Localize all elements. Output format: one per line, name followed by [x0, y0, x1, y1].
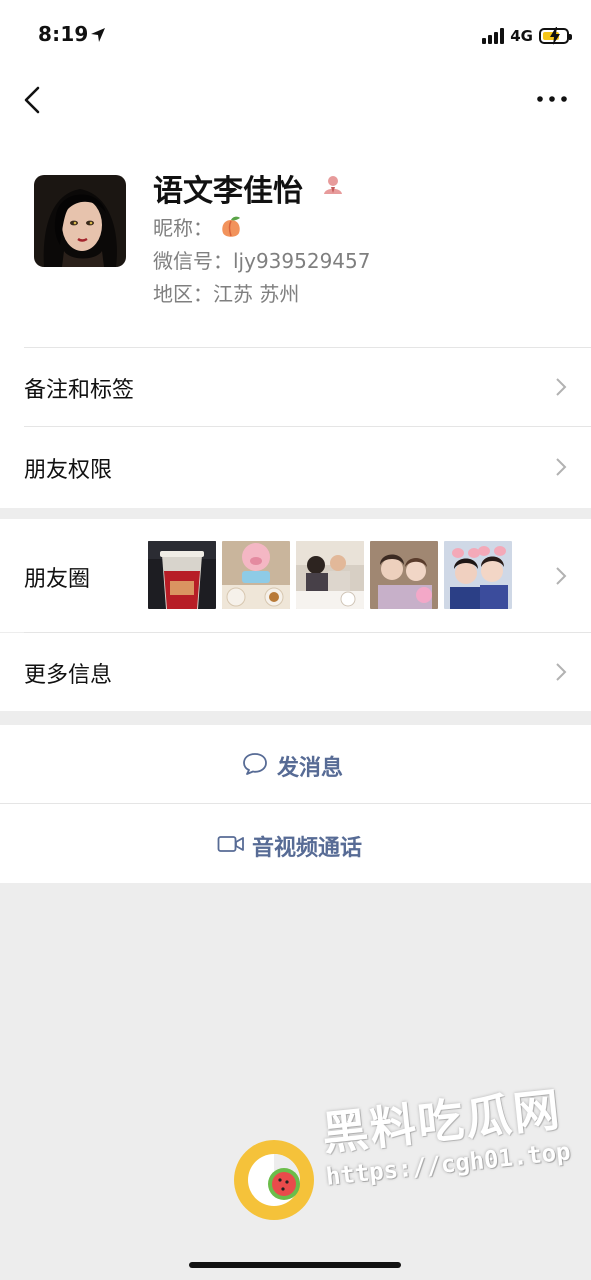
send-message-button[interactable]: 发消息 [0, 725, 591, 803]
region: 地区：江苏 苏州 [153, 282, 300, 306]
row-more-info-label: 更多信息 [24, 663, 113, 688]
status-time: 8:19 [38, 22, 89, 46]
contact-name: 语文李佳怡 [153, 174, 303, 209]
moments-thumb-pig-ears-selfie[interactable] [444, 541, 512, 609]
chevron-right-icon [556, 378, 567, 396]
back-button[interactable] [18, 84, 48, 116]
contact-profile-screen: 8:19 4G 语文李佳怡 昵称： 微信号：ljy939529457 地区：江苏… [0, 0, 591, 1280]
row-more-info[interactable]: 更多信息 [0, 633, 591, 711]
nickname-label: 昵称： [153, 216, 213, 240]
video-camera-icon [217, 836, 244, 852]
moments-thumb-restaurant[interactable] [296, 541, 364, 609]
nickname-row: 昵称： [153, 212, 243, 241]
chevron-right-icon [556, 663, 567, 681]
video-call-button[interactable]: 音视频通话 [0, 804, 591, 883]
row-permissions-label: 朋友权限 [24, 458, 113, 483]
row-moments-label: 朋友圈 [24, 567, 91, 592]
battery-charging-icon [539, 27, 572, 45]
location-arrow-icon [91, 28, 105, 42]
moments-thumbnails[interactable] [148, 541, 512, 609]
signal-bars-icon [482, 28, 505, 44]
chat-bubble-icon [243, 753, 267, 775]
status-right: 4G [482, 24, 572, 48]
moments-thumb-friends-selfie[interactable] [370, 541, 438, 609]
peach-emoji-icon [222, 216, 241, 237]
row-remark-tags[interactable]: 备注和标签 [0, 348, 591, 426]
moments-thumb-red-cup[interactable] [148, 541, 216, 609]
more-button[interactable] [535, 88, 569, 110]
row-remark-label: 备注和标签 [24, 378, 135, 403]
chevron-right-icon [556, 567, 567, 585]
wechat-id: 微信号：ljy939529457 [153, 249, 371, 273]
avatar[interactable] [34, 175, 126, 267]
video-call-label: 音视频通话 [252, 836, 363, 861]
chevron-right-icon [556, 458, 567, 476]
moments-thumb-pig-dinner[interactable] [222, 541, 290, 609]
watermark-logo-icon [234, 1140, 314, 1220]
network-type: 4G [510, 27, 533, 45]
send-message-label: 发消息 [277, 756, 344, 781]
row-friend-permissions[interactable]: 朋友权限 [0, 427, 591, 506]
person-badge-icon [324, 176, 342, 194]
home-indicator[interactable] [189, 1262, 401, 1268]
